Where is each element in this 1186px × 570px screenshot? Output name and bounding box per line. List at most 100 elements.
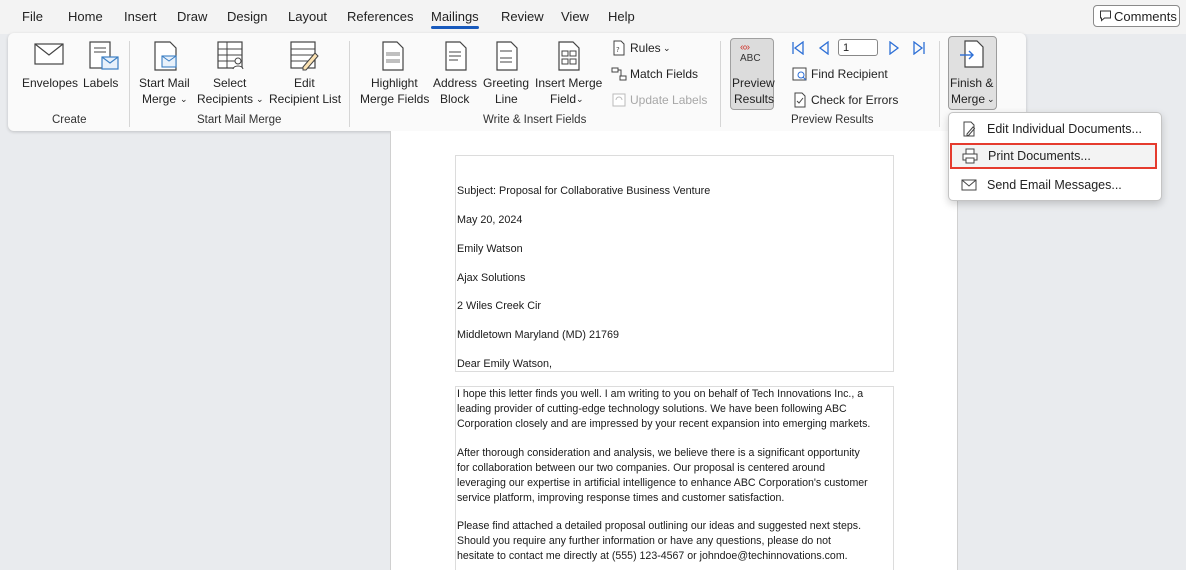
- labels-icon: [89, 41, 119, 70]
- menu-design[interactable]: Design: [227, 9, 267, 24]
- insert-field-label-1: Insert Merge: [535, 76, 603, 90]
- menu-references[interactable]: References: [347, 9, 413, 24]
- print-documents-label: Print Documents...: [988, 149, 1091, 163]
- match-fields-button[interactable]: Match Fields: [611, 65, 711, 83]
- print-documents-item[interactable]: Print Documents...: [950, 143, 1157, 169]
- printer-icon: [962, 148, 978, 164]
- date-line: May 20, 2024: [457, 214, 523, 226]
- subject-line: Subject: Proposal for Collaborative Busi…: [457, 185, 711, 197]
- edit-recipient-list-button[interactable]: Edit Recipient List: [267, 37, 343, 109]
- update-labels-label: Update Labels: [630, 93, 708, 107]
- finish-merge-label-1: Finish &: [950, 76, 994, 90]
- chevron-down-icon: ⌄: [256, 94, 264, 104]
- mailings-ribbon: Envelopes Labels Create Start Mail Merge…: [8, 33, 1026, 131]
- labels-button[interactable]: Labels: [81, 37, 123, 95]
- next-record-icon[interactable]: [887, 41, 901, 55]
- edit-list-icon: [290, 41, 319, 71]
- menu-view[interactable]: View: [561, 9, 589, 24]
- group-label-preview: Preview Results: [791, 114, 874, 126]
- recipients-icon: [217, 41, 244, 70]
- comment-icon: [1100, 10, 1111, 22]
- update-labels-button[interactable]: Update Labels: [611, 91, 711, 109]
- insert-field-icon: [558, 41, 580, 71]
- preview-results-button[interactable]: «» ABC Preview Results: [730, 38, 775, 110]
- paragraph-line: After thorough consideration and analysi…: [457, 447, 860, 459]
- edit-recipient-label-2: Recipient List: [269, 92, 342, 106]
- chevron-down-icon: ⌄: [576, 94, 584, 104]
- rules-button[interactable]: ? Rules ⌄: [611, 39, 675, 57]
- chevron-down-icon: ⌄: [663, 43, 671, 53]
- menu-help[interactable]: Help: [608, 9, 635, 24]
- chevron-down-icon: ⌄: [180, 94, 188, 104]
- check-for-errors-button[interactable]: Check for Errors: [792, 91, 910, 109]
- start-merge-icon: [154, 41, 177, 71]
- check-errors-label: Check for Errors: [811, 93, 899, 107]
- address-block-icon: [445, 41, 467, 71]
- paragraph: I hope this letter finds you well. I am …: [457, 387, 895, 432]
- preview-abc-text: ABC: [740, 53, 761, 64]
- recipient-city: Middletown Maryland (MD) 21769: [457, 329, 620, 341]
- find-recipient-label: Find Recipient: [811, 67, 888, 81]
- find-recipient-icon: [792, 67, 807, 81]
- menu-insert[interactable]: Insert: [124, 9, 157, 24]
- record-number-input[interactable]: 1: [838, 39, 878, 56]
- highlight-fields-icon: [382, 41, 404, 71]
- menu-file[interactable]: File: [22, 9, 43, 24]
- labels-label: Labels: [83, 76, 119, 90]
- menu-layout[interactable]: Layout: [288, 9, 327, 24]
- start-merge-label-1: Start Mail: [139, 76, 190, 90]
- menu-bar: File Home Insert Draw Design Layout Refe…: [0, 0, 1186, 34]
- select-recipients-label-2: Recipients: [197, 92, 254, 106]
- match-fields-label: Match Fields: [630, 67, 699, 81]
- finish-merge-menu: Edit Individual Documents... Print Docum…: [948, 112, 1162, 201]
- chevron-down-icon: ⌄: [987, 94, 995, 104]
- menu-draw[interactable]: Draw: [177, 9, 207, 24]
- ribbon-divider: [349, 41, 350, 127]
- highlight-merge-fields-button[interactable]: Highlight Merge Fields: [358, 37, 430, 109]
- send-email-messages-item[interactable]: Send Email Messages...: [949, 172, 1159, 198]
- first-record-icon[interactable]: [791, 41, 805, 55]
- paragraph-line: leveraging our expertise in artificial i…: [457, 477, 868, 489]
- menu-home[interactable]: Home: [68, 9, 103, 24]
- finish-merge-label-2: Merge: [951, 92, 986, 106]
- highlight-label-2: Merge Fields: [360, 92, 430, 106]
- comments-label: Comments: [1114, 9, 1177, 24]
- greeting-line-label-2: Line: [495, 92, 518, 106]
- finish-merge-button[interactable]: Finish & Merge ⌄: [948, 36, 997, 110]
- send-email-messages-label: Send Email Messages...: [987, 178, 1122, 192]
- envelope-icon: [34, 43, 64, 65]
- highlight-label-1: Highlight: [371, 76, 418, 90]
- find-recipient-button[interactable]: Find Recipient: [792, 65, 902, 83]
- svg-text:?: ?: [616, 46, 620, 54]
- group-label-create: Create: [52, 114, 87, 126]
- start-mail-merge-button[interactable]: Start Mail Merge ⌄: [136, 37, 194, 109]
- rules-label: Rules: [630, 41, 661, 55]
- update-labels-icon: [612, 93, 626, 107]
- edit-individual-documents-item[interactable]: Edit Individual Documents...: [949, 116, 1159, 142]
- salutation: Dear Emily Watson,: [457, 358, 552, 370]
- greeting-line-icon: [496, 41, 518, 71]
- recipient-street: 2 Wiles Creek Cir: [457, 300, 541, 312]
- check-errors-icon: [794, 92, 806, 108]
- address-block-button[interactable]: Address Block: [431, 37, 481, 109]
- menu-mailings[interactable]: Mailings: [431, 9, 479, 29]
- comments-button[interactable]: Comments: [1093, 5, 1180, 27]
- select-recipients-label-1: Select: [213, 76, 247, 90]
- paragraph-line: Should you require any further informati…: [457, 535, 831, 547]
- paragraph-line: service platform, improving response tim…: [457, 492, 785, 504]
- greeting-line-button[interactable]: Greeting Line: [482, 37, 532, 109]
- last-record-icon[interactable]: [912, 41, 926, 55]
- paragraph: After thorough consideration and analysi…: [457, 446, 895, 506]
- edit-individual-documents-label: Edit Individual Documents...: [987, 122, 1142, 136]
- envelopes-button[interactable]: Envelopes: [20, 37, 78, 95]
- paragraph-line: Please find attached a detailed proposal…: [457, 520, 862, 532]
- previous-record-icon[interactable]: [817, 41, 831, 55]
- menu-review[interactable]: Review: [501, 9, 544, 24]
- recipient-name: Emily Watson: [457, 243, 523, 255]
- ribbon-divider: [720, 41, 721, 127]
- paragraph-line: for collaboration between our two compan…: [457, 462, 826, 474]
- preview-label-2: Results: [734, 92, 775, 106]
- greeting-line-label-1: Greeting: [483, 76, 530, 90]
- select-recipients-button[interactable]: Select Recipients ⌄: [196, 37, 264, 109]
- insert-merge-field-button[interactable]: Insert Merge Field ⌄: [534, 37, 604, 109]
